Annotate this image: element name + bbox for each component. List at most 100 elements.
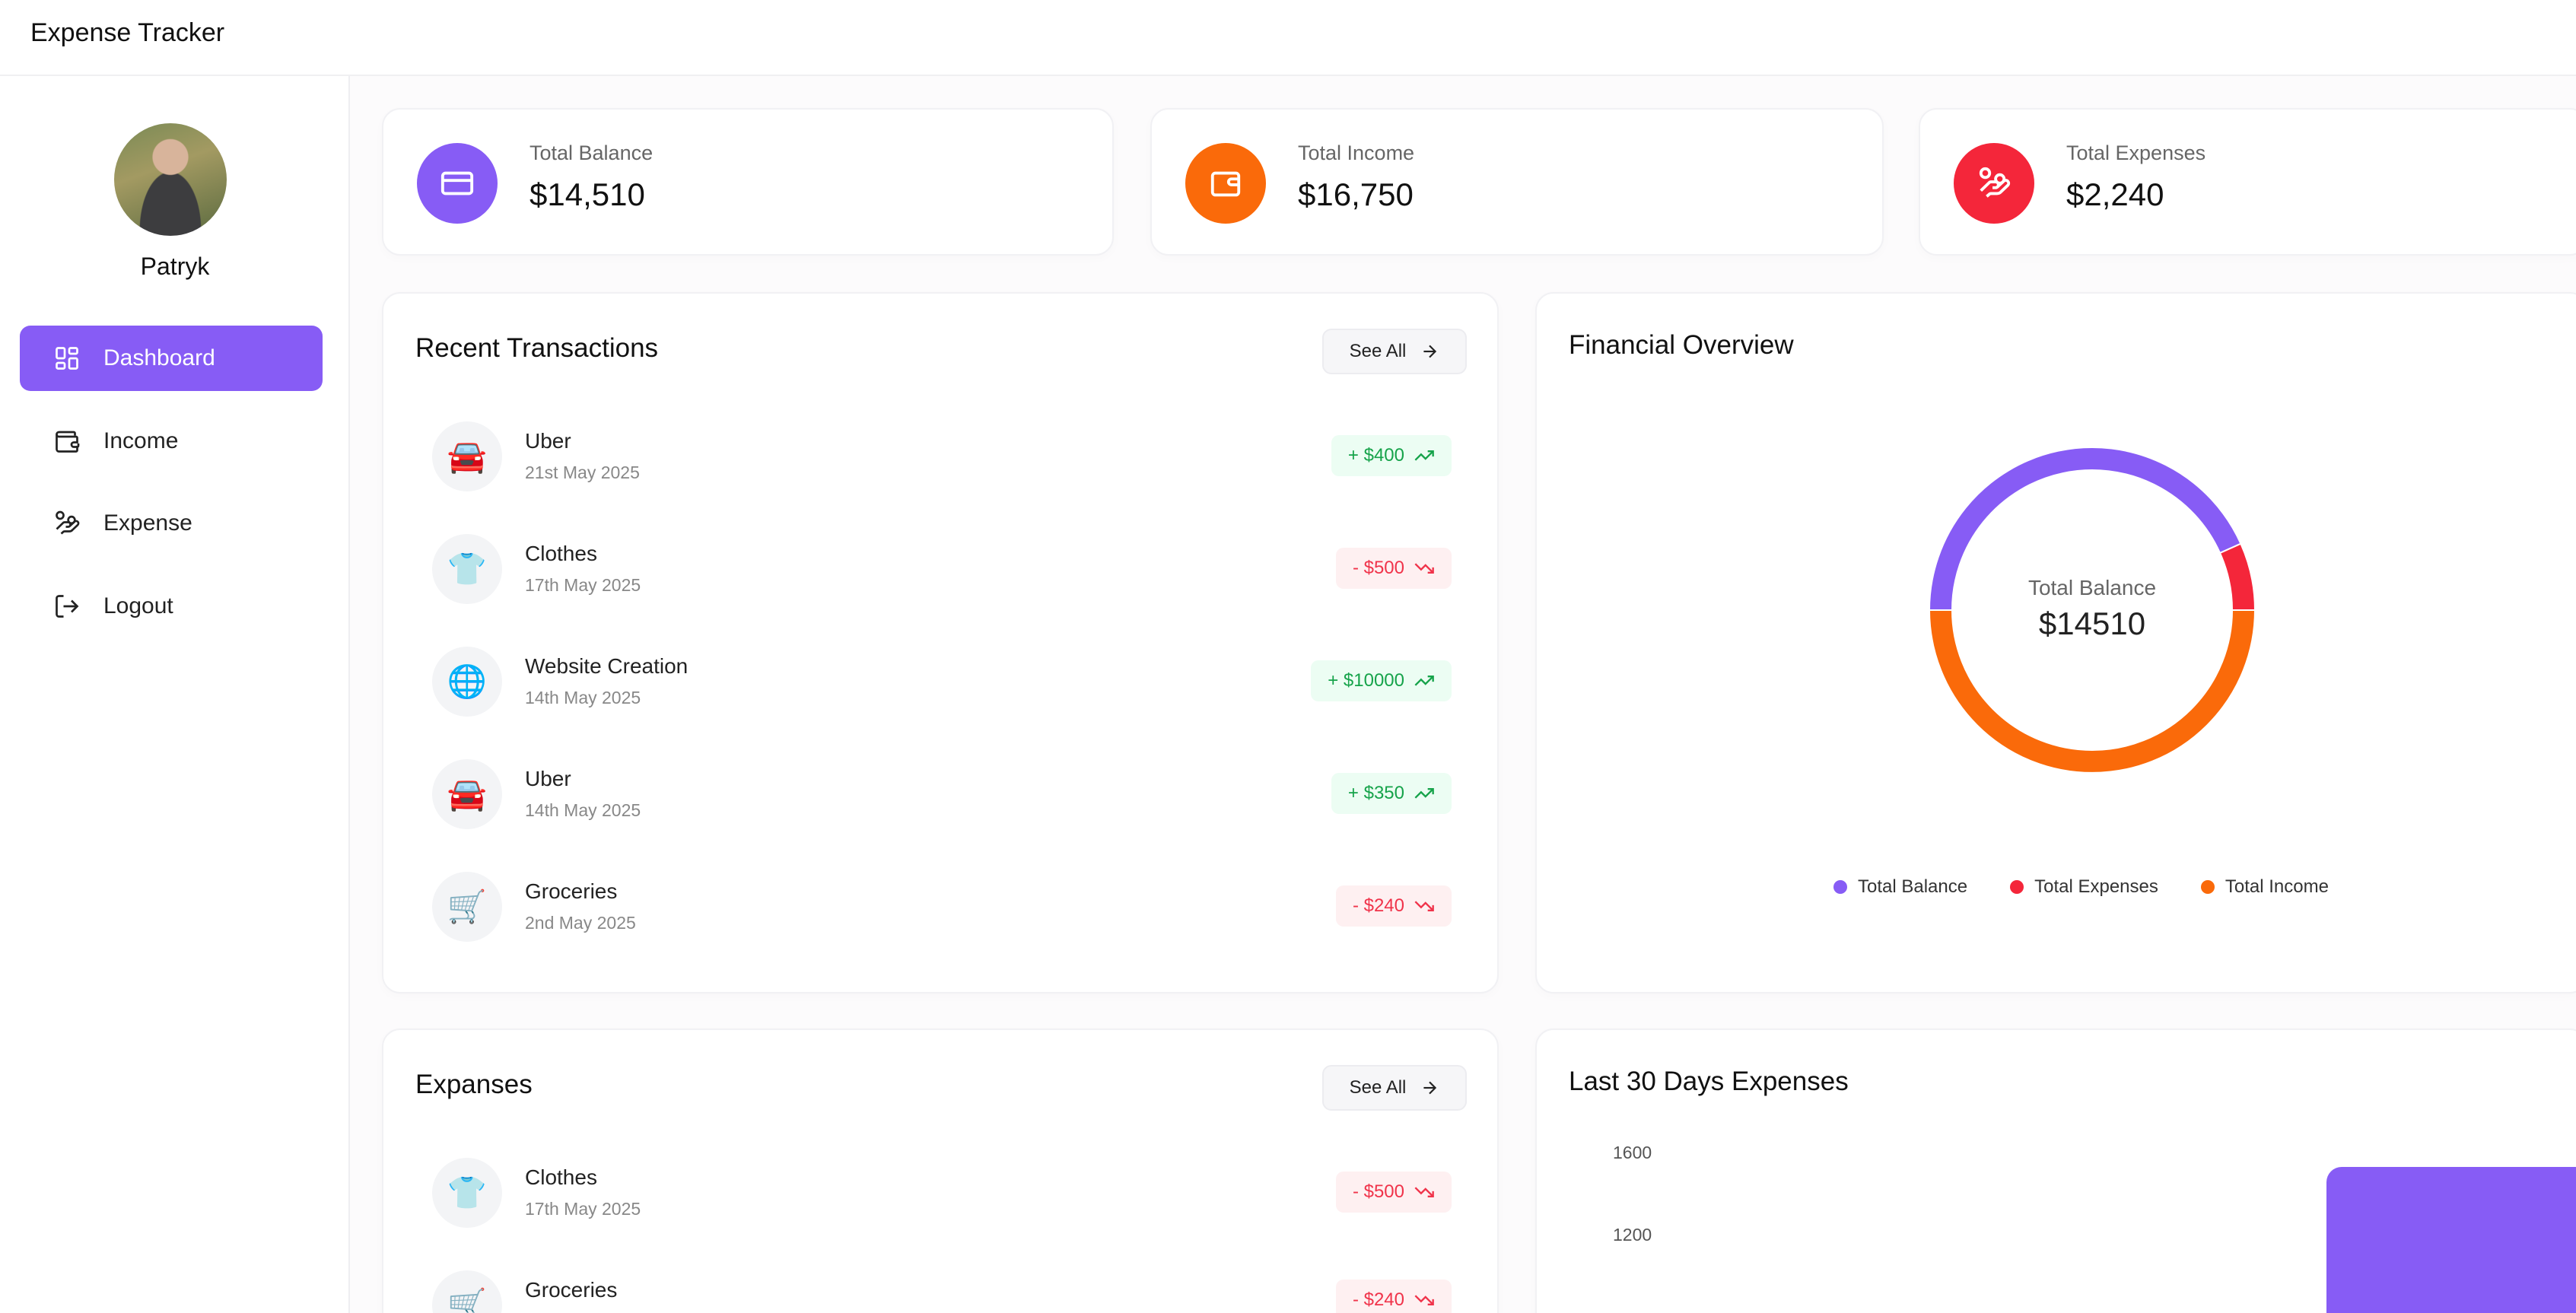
legend-label: Total Expenses	[2034, 876, 2158, 897]
transaction-date: 17th May 2025	[525, 575, 641, 595]
wallet-icon	[1185, 143, 1266, 224]
cart-icon: 🛒	[432, 872, 502, 942]
legend-label: Total Balance	[1858, 876, 1968, 897]
donut-center-label: Total Balance	[2028, 576, 2156, 599]
transaction-row[interactable]: 🌐 Website Creation 14th May 2025 + $1000…	[432, 644, 1452, 720]
section-title: Expanses	[415, 1070, 533, 1099]
transaction-date: 17th May 2025	[525, 1199, 641, 1219]
amount-value: + $10000	[1328, 670, 1404, 691]
transaction-row[interactable]: 🚘 Uber 14th May 2025 + $350	[432, 756, 1452, 832]
username: Patryk	[140, 253, 210, 280]
amount-value: + $400	[1347, 445, 1404, 466]
transaction-date: 21st May 2025	[525, 463, 640, 482]
transaction-date: 14th May 2025	[525, 800, 641, 820]
last-30-days-card: Last 30 Days Expenses 1600 1200	[1535, 1028, 2576, 1313]
car-icon: 🚘	[432, 421, 502, 491]
arrow-right-icon	[1423, 345, 1437, 358]
amount-badge: - $500	[1335, 1172, 1452, 1213]
transaction-row[interactable]: 🚘 Uber 21st May 2025 + $400	[432, 418, 1452, 494]
sidebar-item-label: Logout	[103, 593, 173, 618]
section-title: Recent Transactions	[415, 333, 659, 363]
see-all-button[interactable]: See All	[1322, 329, 1467, 374]
dashboard-icon	[53, 345, 81, 372]
section-title: Last 30 Days Expenses	[1569, 1067, 1849, 1096]
amount-value: + $350	[1347, 783, 1404, 803]
trending-down-icon	[1414, 1295, 1434, 1305]
trending-up-icon	[1414, 788, 1434, 799]
logout-icon	[53, 593, 81, 620]
see-all-button[interactable]: See All	[1322, 1065, 1467, 1111]
expense-row[interactable]: 🛒 Groceries - $240	[432, 1267, 1452, 1313]
car-icon: 🚘	[432, 759, 502, 829]
transaction-name: Clothes	[525, 1165, 597, 1189]
stat-card-income: Total Income $16,750	[1150, 108, 1884, 256]
legend-dot	[1833, 880, 1847, 894]
y-tick-label: 1600	[1613, 1143, 1652, 1162]
top-bar: Expense Tracker	[0, 0, 2576, 76]
amount-badge: + $10000	[1311, 660, 1452, 701]
donut-chart: Total Balance $14510	[1928, 447, 2256, 774]
stat-card-balance: Total Balance $14,510	[382, 108, 1114, 256]
stat-label: Total Balance	[530, 141, 654, 164]
donut-slice-total-expenses[interactable]	[2218, 542, 2256, 611]
shirt-icon: 👕	[432, 1158, 502, 1228]
amount-badge: + $350	[1331, 773, 1452, 814]
amount-value: - $240	[1352, 895, 1404, 916]
legend-item: Total Expenses	[2010, 876, 2158, 898]
stat-label: Total Expenses	[2066, 141, 2206, 164]
trending-down-icon	[1414, 1187, 1434, 1197]
legend-dot	[2200, 880, 2215, 894]
transaction-date: 2nd May 2025	[525, 913, 636, 933]
sidebar-item-label: Income	[103, 428, 179, 453]
avatar	[114, 123, 227, 236]
hand-coins-icon	[53, 510, 81, 537]
sidebar-item-label: Dashboard	[103, 345, 215, 370]
app-title: Expense Tracker	[30, 18, 225, 47]
transaction-name: Clothes	[525, 542, 597, 565]
amount-value: - $500	[1352, 1181, 1404, 1202]
cart-icon: 🛒	[432, 1270, 502, 1313]
shirt-icon: 👕	[432, 534, 502, 604]
globe-icon: 🌐	[432, 647, 502, 717]
legend-item: Total Income	[2200, 876, 2329, 898]
sidebar-item-label: Expense	[103, 510, 192, 536]
stat-value: $16,750	[1298, 176, 1414, 212]
sidebar-item-logout[interactable]: Logout	[20, 574, 323, 639]
arrow-right-icon	[1423, 1081, 1437, 1095]
credit-card-icon	[417, 143, 498, 224]
trending-up-icon	[1414, 676, 1434, 686]
amount-badge: + $400	[1331, 435, 1452, 476]
see-all-label: See All	[1349, 1077, 1407, 1098]
transaction-row[interactable]: 🛒 Groceries 2nd May 2025 - $240	[432, 869, 1452, 945]
transaction-row[interactable]: 👕 Clothes 17th May 2025 - $500	[432, 531, 1452, 607]
expense-bar[interactable]	[2326, 1167, 2576, 1313]
transaction-name: Groceries	[525, 1278, 618, 1302]
stat-card-expenses: Total Expenses $2,240	[1919, 108, 2576, 256]
stat-label: Total Income	[1298, 141, 1415, 164]
sidebar: Patryk Dashboard Income Expense Logout	[0, 76, 350, 1313]
donut-center-value: $14510	[2039, 606, 2145, 641]
sidebar-item-expense[interactable]: Expense	[20, 491, 323, 556]
amount-badge: - $500	[1335, 548, 1452, 589]
legend-item: Total Balance	[1833, 876, 1967, 898]
trending-down-icon	[1414, 563, 1434, 574]
sidebar-item-dashboard[interactable]: Dashboard	[20, 326, 323, 391]
hand-coins-icon	[1954, 143, 2034, 224]
recent-transactions-card: Recent Transactions See All 🚘 Uber 21st …	[382, 292, 1499, 993]
wallet-icon	[53, 428, 81, 455]
expenses-card: Expanses See All 👕 Clothes 17th May 2025…	[382, 1028, 1499, 1313]
trending-up-icon	[1414, 450, 1434, 461]
sidebar-item-income[interactable]: Income	[20, 409, 323, 474]
transaction-name: Website Creation	[525, 654, 689, 678]
stat-value: $2,240	[2066, 176, 2164, 212]
amount-badge: - $240	[1335, 1280, 1452, 1313]
expense-row[interactable]: 👕 Clothes 17th May 2025 - $500	[432, 1155, 1452, 1231]
section-title: Financial Overview	[1569, 330, 1794, 360]
transaction-name: Groceries	[525, 879, 618, 903]
amount-value: - $240	[1352, 1289, 1404, 1310]
legend-label: Total Income	[2225, 876, 2329, 897]
transaction-name: Uber	[525, 429, 571, 453]
amount-badge: - $240	[1335, 885, 1452, 927]
transaction-name: Uber	[525, 767, 571, 790]
chart-legend: Total Balance Total Expenses Total Incom…	[1833, 876, 2329, 898]
